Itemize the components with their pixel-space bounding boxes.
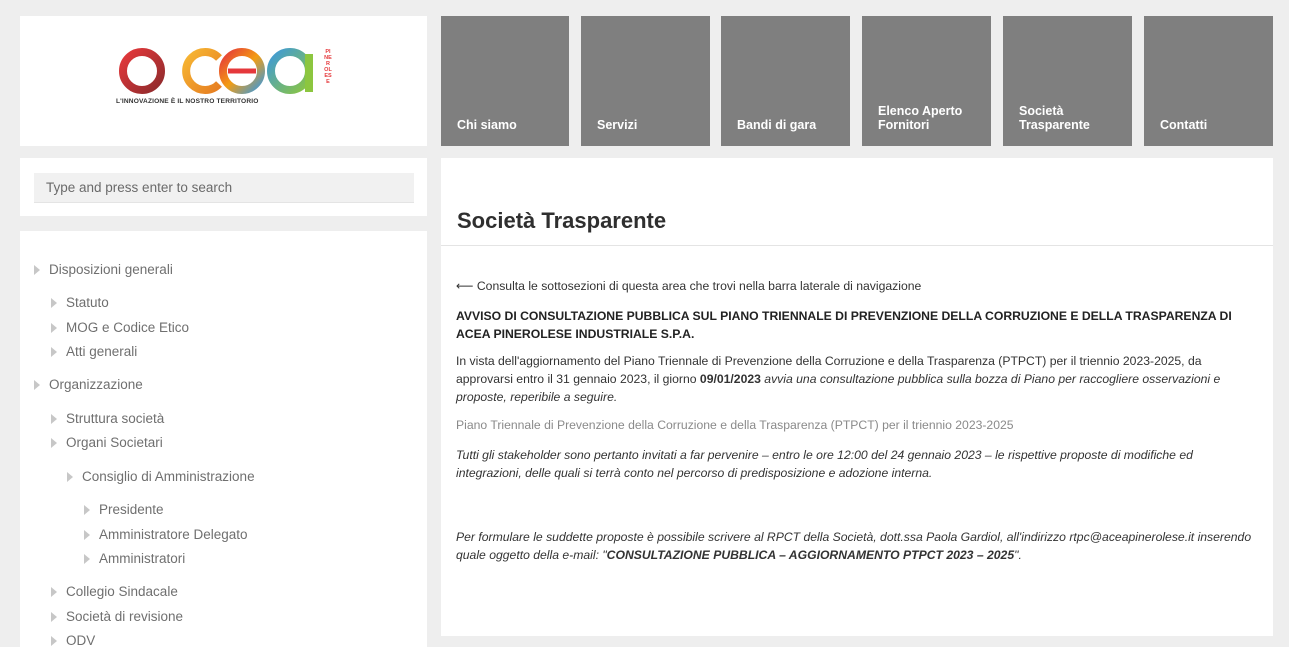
caret-right-icon [51, 635, 57, 646]
sidebar-item-atti-generali[interactable]: Atti generali [51, 344, 137, 359]
sidebar-item-label: Presidente [99, 502, 164, 517]
sidebar-item-label: Disposizioni generali [49, 262, 173, 277]
nav-societa-trasparente[interactable]: Società Trasparente [1003, 16, 1132, 146]
caret-right-icon [51, 346, 57, 357]
nav-label: Elenco Aperto Fornitori [878, 104, 963, 132]
caret-right-icon [34, 379, 40, 390]
page-title: Società Trasparente [457, 208, 667, 233]
email-subject: CONSULTAZIONE PUBBLICA – AGGIORNAMENTO P… [606, 548, 1015, 562]
sidebar-item-label: MOG e Codice Etico [66, 320, 190, 335]
caret-right-icon [67, 471, 73, 482]
caret-right-icon [51, 586, 57, 597]
nav-bandi-di-gara[interactable]: Bandi di gara [721, 16, 850, 146]
nav-label: Contatti [1160, 118, 1208, 132]
nav-chi-siamo[interactable]: Chi siamo [441, 16, 569, 146]
sidebar-item-label: Organizzazione [49, 377, 143, 392]
sidebar-nav: Disposizioni generali Statuto MOG e Codi… [20, 231, 427, 647]
logo-side-text: PINEROLESE [324, 49, 332, 85]
nav-label: Bandi di gara [737, 118, 817, 132]
logo-panel: L'INNOVAZIONE È IL NOSTRO TERRITORIO PIN… [20, 16, 427, 146]
search-input[interactable] [34, 173, 414, 203]
paragraph-vista: In vista dell'aggiornamento del Piano Tr… [456, 352, 1256, 406]
nav-elenco-aperto-fornitori[interactable]: Elenco Aperto Fornitori [862, 16, 991, 146]
caret-right-icon [84, 529, 90, 540]
sidebar-item-label: Atti generali [66, 344, 138, 359]
logo-wordmark-icon [119, 48, 313, 94]
nav-label: Società Trasparente [1019, 104, 1090, 132]
avviso-heading: AVVISO DI CONSULTAZIONE PUBBLICA SUL PIA… [456, 309, 1232, 341]
sidebar-item-label: Amministratore Delegato [99, 527, 248, 542]
caret-right-icon [51, 413, 57, 424]
nav-servizi[interactable]: Servizi [581, 16, 710, 146]
sidebar-item-societa-di-revisione[interactable]: Società di revisione [51, 609, 183, 624]
nav-label: Chi siamo [457, 118, 517, 132]
main-content: Società Trasparente ⟵ Consulta le sottos… [441, 158, 1273, 636]
sidebar-item-label: ODV [66, 633, 96, 647]
sidebar-item-struttura-societa[interactable]: Struttura società [51, 411, 164, 426]
caret-right-icon [84, 504, 90, 515]
sidebar-item-amministratore-delegato[interactable]: Amministratore Delegato [84, 527, 248, 542]
piano-link[interactable]: Piano Triennale di Prevenzione della Cor… [456, 416, 1256, 434]
sidebar-item-disposizioni-generali[interactable]: Disposizioni generali [34, 262, 173, 277]
sidebar-item-mog-codice-etico[interactable]: MOG e Codice Etico [51, 320, 189, 335]
sidebar-item-label: Struttura società [66, 411, 165, 426]
caret-right-icon [51, 322, 57, 333]
search-panel [20, 158, 427, 216]
sidebar-item-label: Collegio Sindacale [66, 584, 178, 599]
caret-right-icon [51, 297, 57, 308]
title-divider [441, 245, 1273, 246]
sidebar-item-label: Organi Societari [66, 435, 163, 450]
consultation-date: 09/01/2023 [699, 372, 761, 386]
sidebar-item-odv[interactable]: ODV [51, 633, 95, 647]
sidebar-item-label: Società di revisione [66, 609, 184, 624]
sidebar-item-organi-societari[interactable]: Organi Societari [51, 435, 163, 450]
paragraph-stakeholder: Tutti gli stakeholder sono pertanto invi… [456, 446, 1256, 482]
intro-text: ⟵ Consulta le sottosezioni di questa are… [456, 279, 922, 293]
nav-contatti[interactable]: Contatti [1144, 16, 1273, 146]
sidebar-item-organizzazione[interactable]: Organizzazione [34, 377, 143, 392]
sidebar-item-collegio-sindacale[interactable]: Collegio Sindacale [51, 584, 178, 599]
sidebar-item-label: Statuto [66, 295, 109, 310]
caret-right-icon [51, 437, 57, 448]
acea-logo[interactable]: L'INNOVAZIONE È IL NOSTRO TERRITORIO PIN… [116, 46, 336, 116]
paragraph-formulare: Per formulare le suddette proposte è pos… [456, 528, 1256, 564]
sidebar-item-statuto[interactable]: Statuto [51, 295, 109, 310]
sidebar-item-amministratori[interactable]: Amministratori [84, 551, 185, 566]
caret-right-icon [51, 611, 57, 622]
paragraph-stakeholder-text: Tutti gli stakeholder sono pertanto invi… [456, 448, 1193, 480]
content-body: ⟵ Consulta le sottosezioni di questa are… [456, 277, 1256, 564]
caret-right-icon [84, 553, 90, 564]
paragraph-formulare-end: ". [1014, 548, 1022, 562]
nav-label: Servizi [597, 118, 638, 132]
sidebar-item-consiglio-amministrazione[interactable]: Consiglio di Amministrazione [67, 469, 255, 484]
caret-right-icon [34, 264, 40, 275]
sidebar-item-label: Amministratori [99, 551, 186, 566]
sidebar-item-label: Consiglio di Amministrazione [82, 469, 255, 484]
sidebar-item-presidente[interactable]: Presidente [84, 502, 164, 517]
logo-tagline: L'INNOVAZIONE È IL NOSTRO TERRITORIO [116, 98, 259, 105]
